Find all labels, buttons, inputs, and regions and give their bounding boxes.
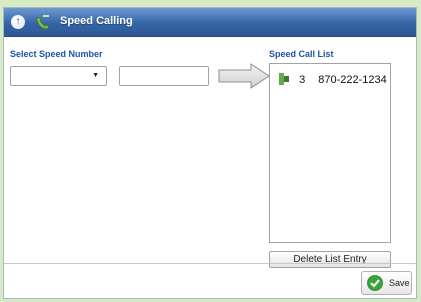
right-arrow-icon[interactable] — [217, 62, 271, 90]
chevron-down-icon: ▼ — [92, 72, 99, 79]
list-item[interactable]: 3 870-222-1234 — [278, 72, 387, 88]
save-label: Save — [389, 278, 410, 288]
speed-call-list[interactable]: 3 870-222-1234 — [269, 63, 391, 243]
divider — [4, 263, 416, 264]
title-bar: ↑ Speed Calling — [4, 8, 416, 37]
list-item-phone: 870-222-1234 — [318, 74, 387, 86]
up-arrow-icon[interactable]: ↑ — [11, 15, 25, 29]
phone-entry-icon — [279, 73, 289, 85]
speed-call-list-label: Speed Call List — [269, 49, 334, 59]
list-item-number: 3 — [299, 74, 306, 86]
speed-number-select[interactable]: ▼ — [10, 66, 107, 86]
app-frame: ↑ Speed Calling Select Speed Number ▼ Sp… — [0, 0, 421, 302]
save-button[interactable]: Save — [361, 271, 412, 295]
speed-number-text-field[interactable] — [119, 66, 209, 86]
window-title: Speed Calling — [60, 15, 133, 27]
check-icon — [367, 275, 383, 291]
speed-calling-window: ↑ Speed Calling Select Speed Number ▼ Sp… — [3, 7, 417, 299]
select-speed-number-label: Select Speed Number — [10, 49, 103, 59]
delete-list-entry-button[interactable]: Delete List Entry — [269, 251, 391, 268]
phone-icon — [36, 15, 50, 30]
